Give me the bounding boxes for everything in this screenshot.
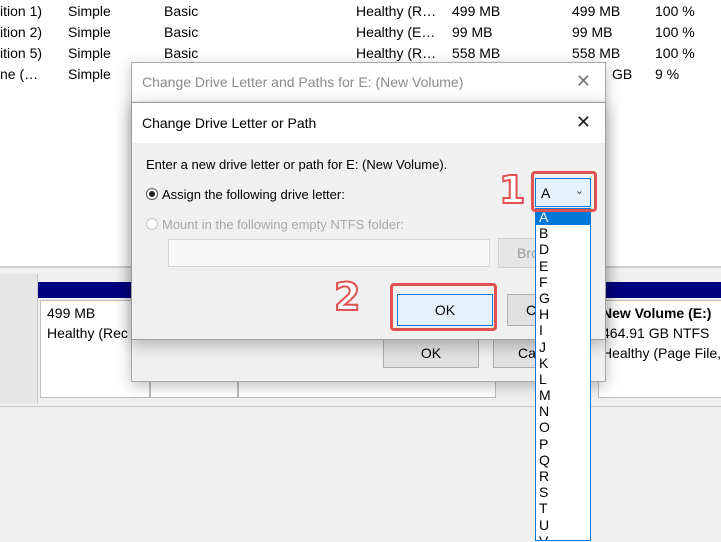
volume-cell-pct: 100 % [655,24,695,40]
inner-dialog-title: Change Drive Letter or Path [142,115,317,131]
volume-cell-pct: 9 % [655,66,680,82]
volume-cell-status: Healthy (E… [356,24,436,40]
volume-cell-name: ition 5) [0,45,43,61]
drive-letter-option[interactable]: B [536,225,590,241]
volume-cell-capacity: 99 MB [452,24,493,40]
drive-letter-list[interactable]: ABDEFGHIJKLMNOPQRSTUV [535,208,591,541]
volume-cell-layout: Simple [68,45,111,61]
assign-letter-label: Assign the following drive letter: [162,187,345,202]
drive-letter-option[interactable]: V [536,533,590,540]
volume-cell-name: ition 2) [0,24,43,40]
drive-letter-option[interactable]: P [536,436,590,452]
volume-cell-pct: 100 % [655,3,695,19]
outer-ok-button[interactable]: OK [383,338,479,368]
drive-letter-option[interactable]: H [536,306,590,322]
volume-cell-name: ition 1) [0,3,43,19]
drive-letter-option[interactable]: E [536,258,590,274]
step-2-label: 2 [333,274,361,320]
volume-cell-capacity: 499 MB [452,3,501,19]
drive-letter-option[interactable]: N [536,403,590,419]
assign-letter-radio[interactable] [146,188,158,200]
partition-right-name: New Volume (E:) [602,305,712,321]
mount-folder-option[interactable]: Mount in the following empty NTFS folder… [146,217,404,232]
partition-right[interactable]: New Volume (E:) 464.91 GB NTFS Healthy (… [598,300,721,398]
volume-cell-free: 499 MB [572,3,621,19]
mount-folder-label: Mount in the following empty NTFS folder… [162,217,405,232]
drive-letter-option[interactable]: D [536,241,590,257]
drive-letter-option[interactable]: K [536,355,590,371]
outer-title-bar: Change Drive Letter and Paths for E: (Ne… [132,63,605,101]
drive-letter-option[interactable]: O [536,419,590,435]
volume-cell-free: GB [612,66,633,82]
volume-cell-status: Healthy (R… [356,3,437,19]
drive-letter-option[interactable]: F [536,274,590,290]
inner-close-icon[interactable]: ✕ [576,112,591,133]
drive-letter-option[interactable]: U [536,517,590,533]
disk-label [0,274,38,404]
assign-letter-option[interactable]: Assign the following drive letter: [146,187,345,202]
volume-cell-status: Healthy (R… [356,45,437,61]
mount-folder-radio[interactable] [146,218,158,230]
drive-letter-option[interactable]: J [536,339,590,355]
drive-letter-option[interactable]: I [536,322,590,338]
partition-left-status: Healthy (Rec [47,325,128,341]
partition-right-status: Healthy (Page File, [602,345,721,361]
partition-right-size: 464.91 GB NTFS [602,325,710,341]
outer-close-icon[interactable]: ✕ [576,71,591,92]
volume-cell-layout: Simple [68,24,111,40]
drive-letter-option[interactable]: S [536,484,590,500]
volume-cell-type: Basic [164,3,199,19]
inner-title-bar: Change Drive Letter or Path ✕ [132,103,605,143]
outer-dialog-title: Change Drive Letter and Paths for E: (Ne… [142,74,464,90]
drive-letter-option[interactable]: G [536,290,590,306]
volume-cell-name: ne (… [0,66,39,82]
volume-cell-free: 558 MB [572,45,621,61]
volume-cell-layout: Simple [68,66,111,82]
folder-path-input[interactable] [168,239,490,267]
instruction-text: Enter a new drive letter or path for E: … [146,157,448,172]
drive-letter-option[interactable]: L [536,371,590,387]
volume-cell-type: Basic [164,45,199,61]
volume-cell-layout: Simple [68,3,111,19]
volume-cell-pct: 100 % [655,45,695,61]
highlight-ok-button [390,283,497,331]
highlight-drive-select [531,171,597,212]
drive-letter-option[interactable]: R [536,468,590,484]
volume-cell-free: 99 MB [572,24,613,40]
drive-letter-option[interactable]: T [536,500,590,516]
step-1-label: 1 [498,167,526,213]
lower-pane [0,406,721,542]
volume-cell-type: Basic [164,24,199,40]
partition-left-size: 499 MB [47,305,96,321]
drive-letter-option[interactable]: Q [536,452,590,468]
drive-letter-option[interactable]: M [536,387,590,403]
volume-cell-capacity: 558 MB [452,45,501,61]
